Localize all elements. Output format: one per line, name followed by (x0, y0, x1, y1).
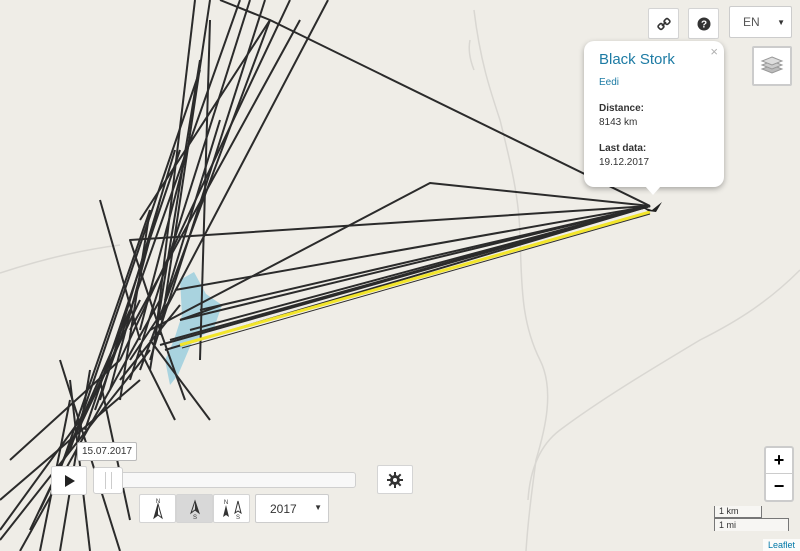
zoom-control: + − (764, 446, 794, 502)
popup-title: Black Stork (599, 51, 675, 68)
language-label: EN (743, 15, 760, 29)
last-data-value: 19.12.2017 (599, 157, 650, 168)
chevron-down-icon: ▼ (777, 18, 785, 27)
bird-name-link[interactable]: Eedi (599, 77, 709, 88)
year-value: 2017 (270, 501, 297, 516)
info-popup: × Black Stork Eedi Distance: 8143 km Las… (584, 41, 724, 187)
scale-km: 1 km (714, 506, 762, 518)
scale-km-label: 1 km (719, 506, 739, 516)
distance-value: 8143 km (599, 117, 638, 128)
north-up-button[interactable]: N (139, 494, 176, 523)
layers-icon (760, 56, 784, 74)
timeline-track[interactable] (100, 472, 356, 488)
zoom-out-button[interactable]: − (766, 474, 792, 500)
popup-tip (645, 186, 661, 195)
both-directions-button[interactable]: N S (213, 494, 250, 523)
zoom-in-button[interactable]: + (766, 448, 792, 474)
timeline-date: 15.07.2017 (77, 442, 137, 461)
close-icon[interactable]: × (710, 44, 718, 59)
link-button[interactable] (648, 8, 679, 39)
scale-mi: 1 mi (714, 518, 789, 531)
year-select[interactable]: 2017 ▼ (255, 494, 329, 523)
scale-mi-label: 1 mi (719, 520, 737, 530)
gear-icon (387, 471, 403, 488)
play-icon (65, 474, 75, 487)
south-arrow-icon: S (189, 498, 200, 521)
play-button[interactable] (51, 466, 87, 495)
svg-text:?: ? (700, 19, 706, 30)
attribution: Leaflet (762, 539, 800, 551)
svg-text:S: S (192, 515, 196, 521)
last-data-label: Last data: (599, 143, 647, 154)
help-button[interactable]: ? (688, 8, 719, 39)
settings-button[interactable] (377, 465, 413, 494)
leaflet-link[interactable]: Leaflet (768, 540, 795, 550)
timeline-handle[interactable] (93, 467, 123, 494)
layers-button[interactable] (752, 46, 792, 86)
heading-up-button[interactable]: S (176, 494, 213, 523)
compass-icon: N S (222, 500, 242, 521)
language-select[interactable]: EN ▼ (729, 6, 792, 38)
north-arrow-icon: N (152, 499, 163, 519)
question-circle-icon: ? (697, 17, 710, 30)
chevron-down-icon: ▼ (314, 503, 322, 512)
link-icon (656, 17, 671, 30)
svg-text:S: S (235, 515, 239, 521)
distance-label: Distance: (599, 103, 645, 114)
